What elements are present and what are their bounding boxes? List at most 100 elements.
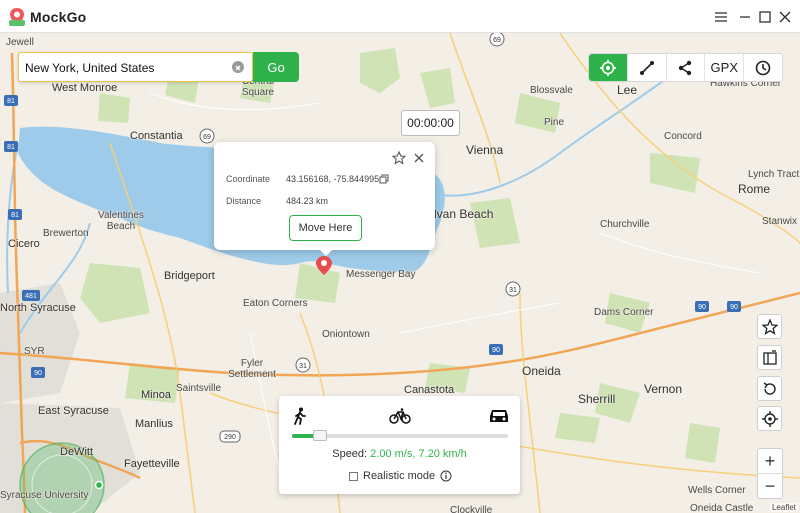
- place-label: Brewerton: [43, 228, 89, 239]
- svg-text:90: 90: [698, 304, 706, 311]
- favorites-button[interactable]: [757, 314, 782, 339]
- place-label: Rome: [738, 182, 771, 196]
- svg-text:90: 90: [492, 347, 500, 354]
- place-label: Oneida: [522, 364, 561, 378]
- place-label: DeWitt: [60, 446, 93, 458]
- realistic-mode-checkbox[interactable]: [349, 471, 358, 481]
- svg-text:69: 69: [493, 37, 501, 44]
- place-label: Vernon: [644, 382, 683, 396]
- place-label: Lynch Tract: [748, 169, 800, 180]
- walk-icon[interactable]: [292, 407, 308, 425]
- speed-slider-thumb[interactable]: [313, 430, 328, 441]
- place-label: East Syracuse: [38, 405, 109, 417]
- app-name: MockGo: [30, 9, 87, 25]
- two-spot-mode-button[interactable]: [626, 54, 666, 81]
- place-label: Cicero: [8, 238, 40, 250]
- star-icon: [761, 318, 778, 335]
- history-button[interactable]: [743, 54, 782, 81]
- svg-text:81: 81: [7, 144, 15, 151]
- svg-text:31: 31: [299, 363, 307, 370]
- svg-text:81: 81: [7, 98, 15, 105]
- place-label: Messenger Bay: [346, 269, 416, 280]
- place-label: Minoa: [141, 389, 171, 401]
- locate-button[interactable]: [757, 406, 782, 431]
- coordinate-value: 43.156168, -75.844995: [286, 174, 380, 184]
- distance-value: 484.23 km: [286, 196, 329, 206]
- search-box[interactable]: [18, 52, 253, 82]
- svg-text:481: 481: [25, 293, 37, 300]
- place-label: Blossvale: [530, 85, 573, 96]
- info-icon[interactable]: [440, 470, 452, 482]
- app-logo-icon: [9, 8, 25, 26]
- place-label: Sherrill: [578, 392, 616, 406]
- place-label: Constantia: [130, 130, 183, 142]
- zoom-control: + −: [757, 448, 783, 499]
- place-label: Canastota: [404, 384, 455, 396]
- reset-button[interactable]: [757, 376, 782, 401]
- realistic-mode-toggle[interactable]: Realistic mode: [349, 470, 452, 482]
- crosshair-icon: [599, 59, 616, 76]
- go-button[interactable]: Go: [253, 52, 299, 82]
- speed-panel: Speed: 2.00 m/s, 7.20 km/h Realistic mod…: [279, 396, 520, 494]
- svg-text:81: 81: [11, 212, 19, 219]
- place-label: Clockville: [450, 505, 493, 513]
- mode-toolbar: GPX: [588, 53, 783, 82]
- zoom-in-button[interactable]: +: [758, 449, 782, 474]
- place-label: North Syracuse: [0, 302, 76, 314]
- close-popup-icon[interactable]: [413, 152, 425, 164]
- cooldown-timer: 00:00:00: [401, 110, 460, 136]
- maximize-icon[interactable]: [756, 8, 774, 26]
- title-bar: MockGo: [0, 0, 800, 33]
- map-layers-button[interactable]: [757, 345, 782, 370]
- speed-label: Speed:: [332, 448, 371, 460]
- place-label: Stanwix: [762, 216, 798, 227]
- search-input[interactable]: [25, 58, 230, 78]
- place-label: Oniontown: [322, 329, 370, 340]
- place-label: SYR: [24, 346, 45, 357]
- svg-text:90: 90: [730, 304, 738, 311]
- bicycle-icon[interactable]: [389, 408, 411, 424]
- place-label: Fayetteville: [124, 458, 180, 470]
- car-icon[interactable]: [488, 408, 510, 424]
- realistic-mode-label: Realistic mode: [363, 470, 436, 482]
- svg-text:290: 290: [224, 434, 236, 441]
- share-icon: [679, 60, 692, 75]
- place-label: Lee: [617, 83, 638, 97]
- menu-icon[interactable]: [712, 8, 730, 26]
- route-icon: [639, 60, 654, 75]
- move-here-button[interactable]: Move Here: [289, 215, 362, 241]
- place-label: Pine: [544, 117, 565, 128]
- copy-icon[interactable]: [379, 174, 389, 184]
- place-label: Syracuse University: [0, 490, 89, 501]
- clock-icon: [755, 60, 771, 75]
- speed-readout: Speed: 2.00 m/s, 7.20 km/h: [279, 448, 520, 460]
- svg-text:69: 69: [203, 134, 211, 141]
- locate-icon: [761, 410, 778, 427]
- place-label: Bridgeport: [164, 270, 215, 282]
- close-icon[interactable]: [776, 8, 794, 26]
- place-label: Fyler Settlement: [228, 358, 276, 380]
- map-attribution[interactable]: Leaflet: [769, 503, 798, 512]
- star-icon[interactable]: [392, 151, 406, 165]
- teleport-mode-button[interactable]: [589, 54, 627, 81]
- place-label: Valentines Beach: [98, 210, 144, 232]
- share-button[interactable]: [665, 54, 705, 81]
- place-label: Jewell: [6, 37, 34, 48]
- zoom-out-button[interactable]: −: [758, 474, 782, 499]
- place-label: Vienna: [466, 143, 504, 157]
- place-label: Wells Corner: [688, 485, 746, 496]
- place-label: Churchville: [600, 219, 650, 230]
- place-label: Concord: [664, 131, 702, 142]
- place-label: Manlius: [135, 418, 173, 430]
- distance-label: Distance: [226, 196, 262, 206]
- minimize-icon[interactable]: [736, 8, 754, 26]
- speed-value: 2.00 m/s, 7.20 km/h: [370, 448, 467, 460]
- gpx-button[interactable]: GPX: [704, 54, 743, 81]
- svg-text:31: 31: [509, 287, 517, 294]
- place-label: West Monroe: [52, 82, 118, 94]
- coordinate-label: Coordinate: [226, 174, 271, 184]
- map-layers-icon: [762, 349, 777, 365]
- clear-search-icon[interactable]: [232, 61, 244, 73]
- place-label: Saintsville: [176, 383, 222, 394]
- current-location-marker[interactable]: [94, 480, 104, 490]
